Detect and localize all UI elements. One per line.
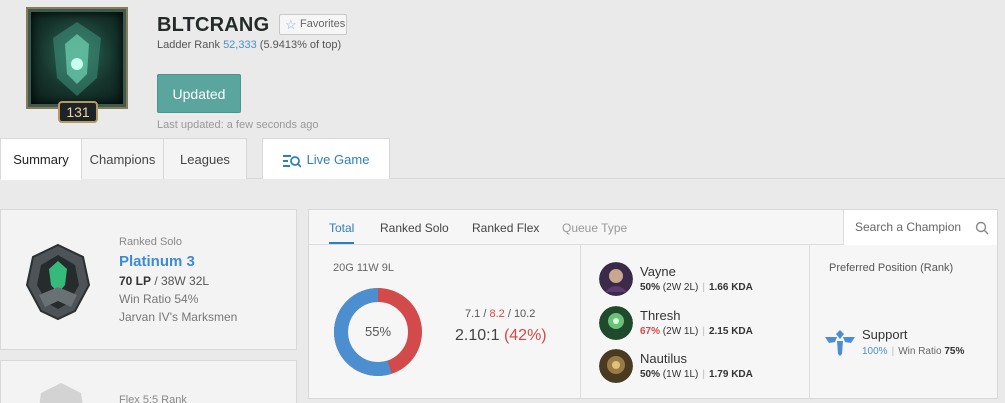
champion-kda: 1.79 KDA	[708, 369, 753, 380]
champion-stats: 50% (2W 2L) | 1.66 KDA	[640, 282, 753, 293]
platinum-emblem-icon	[25, 243, 91, 321]
favorites-label: Favorites	[300, 18, 346, 30]
champion-winrate: 50%	[640, 282, 661, 293]
tier-name: Platinum 3	[119, 253, 195, 270]
kills-avg: 7.1	[465, 308, 481, 320]
ladder-rank-percent: (5.9413% of top)	[259, 39, 342, 51]
champion-name: Thresh	[640, 308, 681, 323]
champion-record: (2W 2L)	[662, 282, 699, 293]
champion-row-nautilus[interactable]: Nautilus 50% (1W 1L) | 1.79 KDA	[599, 349, 809, 385]
preferred-position-title: Preferred Position (Rank)	[829, 262, 954, 274]
role-share: 100%	[862, 346, 888, 357]
ladder-rank-value[interactable]: 52,333	[223, 39, 257, 51]
champion-name: Nautilus	[640, 351, 687, 366]
tab-leagues[interactable]: Leagues	[163, 138, 247, 179]
profile-icon-image	[28, 9, 126, 107]
league-name: Jarvan IV's Marksmen	[119, 310, 238, 324]
tab-live-game[interactable]: Live Game	[262, 138, 390, 179]
search-icon[interactable]	[975, 221, 989, 235]
lp-record: / 38W 32L	[151, 274, 210, 288]
champion-record: (1W 1L)	[662, 369, 699, 380]
champion-kda: 1.66 KDA	[708, 282, 753, 293]
role-winratio: 75%	[944, 346, 965, 357]
ranked-flex-label: Flex 5:5 Rank	[119, 394, 187, 403]
summoner-name: BLTCRANG	[157, 14, 270, 36]
tab-total[interactable]: Total	[329, 221, 355, 244]
role-stats: 100% | Win Ratio 75%	[862, 346, 965, 357]
champion-name: Vayne	[640, 264, 676, 279]
champion-row-thresh[interactable]: Thresh 67% (2W 1L) | 2.15 KDA	[599, 306, 809, 342]
kda-breakdown: 7.1 / 8.2 / 10.2	[465, 308, 536, 320]
ranked-solo-label: Ranked Solo	[119, 236, 182, 248]
kill-participation: (42%)	[503, 327, 547, 344]
tab-champions[interactable]: Champions	[81, 138, 164, 179]
champion-record: (2W 1L)	[662, 326, 699, 337]
tab-ranked-solo[interactable]: Ranked Solo	[380, 221, 449, 235]
champion-nautilus-icon	[599, 349, 633, 383]
champion-vayne-icon	[599, 262, 633, 296]
kda-ratio: 2.10:1 (42%)	[455, 327, 547, 345]
ranked-solo-card: Ranked Solo Platinum 3 70 LP / 38W 32L W…	[0, 209, 297, 350]
search-placeholder: Search a Champion	[855, 220, 962, 234]
tab-ranked-flex[interactable]: Ranked Flex	[472, 221, 539, 235]
ladder-rank-label: Ladder Rank	[157, 39, 220, 51]
profile-icon: 131	[22, 5, 132, 123]
summoner-level-badge: 131	[58, 101, 98, 123]
deaths-avg: 8.2	[489, 308, 505, 320]
league-points: 70 LP / 38W 32L	[119, 274, 209, 288]
champion-search-input[interactable]: Search a Champion	[843, 210, 997, 245]
ladder-rank: Ladder Rank 52,333 (5.9413% of top)	[157, 39, 341, 51]
tab-summary[interactable]: Summary	[0, 138, 82, 180]
star-icon: ☆	[285, 17, 297, 32]
games-record: 20G 11W 9L	[333, 262, 394, 274]
champion-thresh-icon	[599, 306, 633, 340]
update-button[interactable]: Updated	[157, 74, 241, 113]
section-divider	[580, 245, 581, 399]
champion-kda: 2.15 KDA	[708, 326, 753, 337]
champion-stats: 67% (2W 1L) | 2.15 KDA	[640, 326, 753, 337]
profile-tabs: Summary Champions Leagues Live Game	[0, 138, 1005, 180]
queue-filter-tabs: Total Ranked Solo Ranked Flex Queue Type…	[309, 210, 997, 245]
champion-stats: 50% (1W 1L) | 1.79 KDA	[640, 369, 753, 380]
winrate-percent: 55%	[364, 324, 392, 339]
preferred-role: Support	[862, 327, 908, 342]
lp-value: 70 LP	[119, 274, 152, 288]
support-role-icon	[825, 330, 855, 356]
queue-type-select[interactable]: Queue Type	[562, 221, 627, 235]
favorites-button[interactable]: ☆ Favorites	[279, 14, 347, 35]
ranked-flex-card: Flex 5:5 Rank	[0, 360, 297, 403]
win-ratio: Win Ratio 54%	[119, 292, 199, 306]
profile-header: 131 BLTCRANG ☆ Favorites Ladder Rank 52,…	[0, 0, 1005, 138]
recent-games-summary: Total Ranked Solo Ranked Flex Queue Type…	[308, 209, 998, 399]
champion-winrate: 50%	[640, 369, 661, 380]
unranked-emblem-icon	[39, 383, 83, 403]
champion-row-vayne[interactable]: Vayne 50% (2W 2L) | 1.66 KDA	[599, 262, 809, 298]
role-winratio-label: Win Ratio	[898, 346, 942, 357]
live-game-icon	[282, 154, 301, 168]
kda-ratio-value: 2.10:1	[455, 327, 500, 344]
champion-winrate: 67%	[640, 326, 661, 337]
tab-live-game-label: Live Game	[306, 152, 370, 167]
last-updated-text: Last updated: a few seconds ago	[157, 119, 319, 131]
section-divider	[809, 245, 810, 399]
assists-avg: 10.2	[513, 308, 536, 320]
